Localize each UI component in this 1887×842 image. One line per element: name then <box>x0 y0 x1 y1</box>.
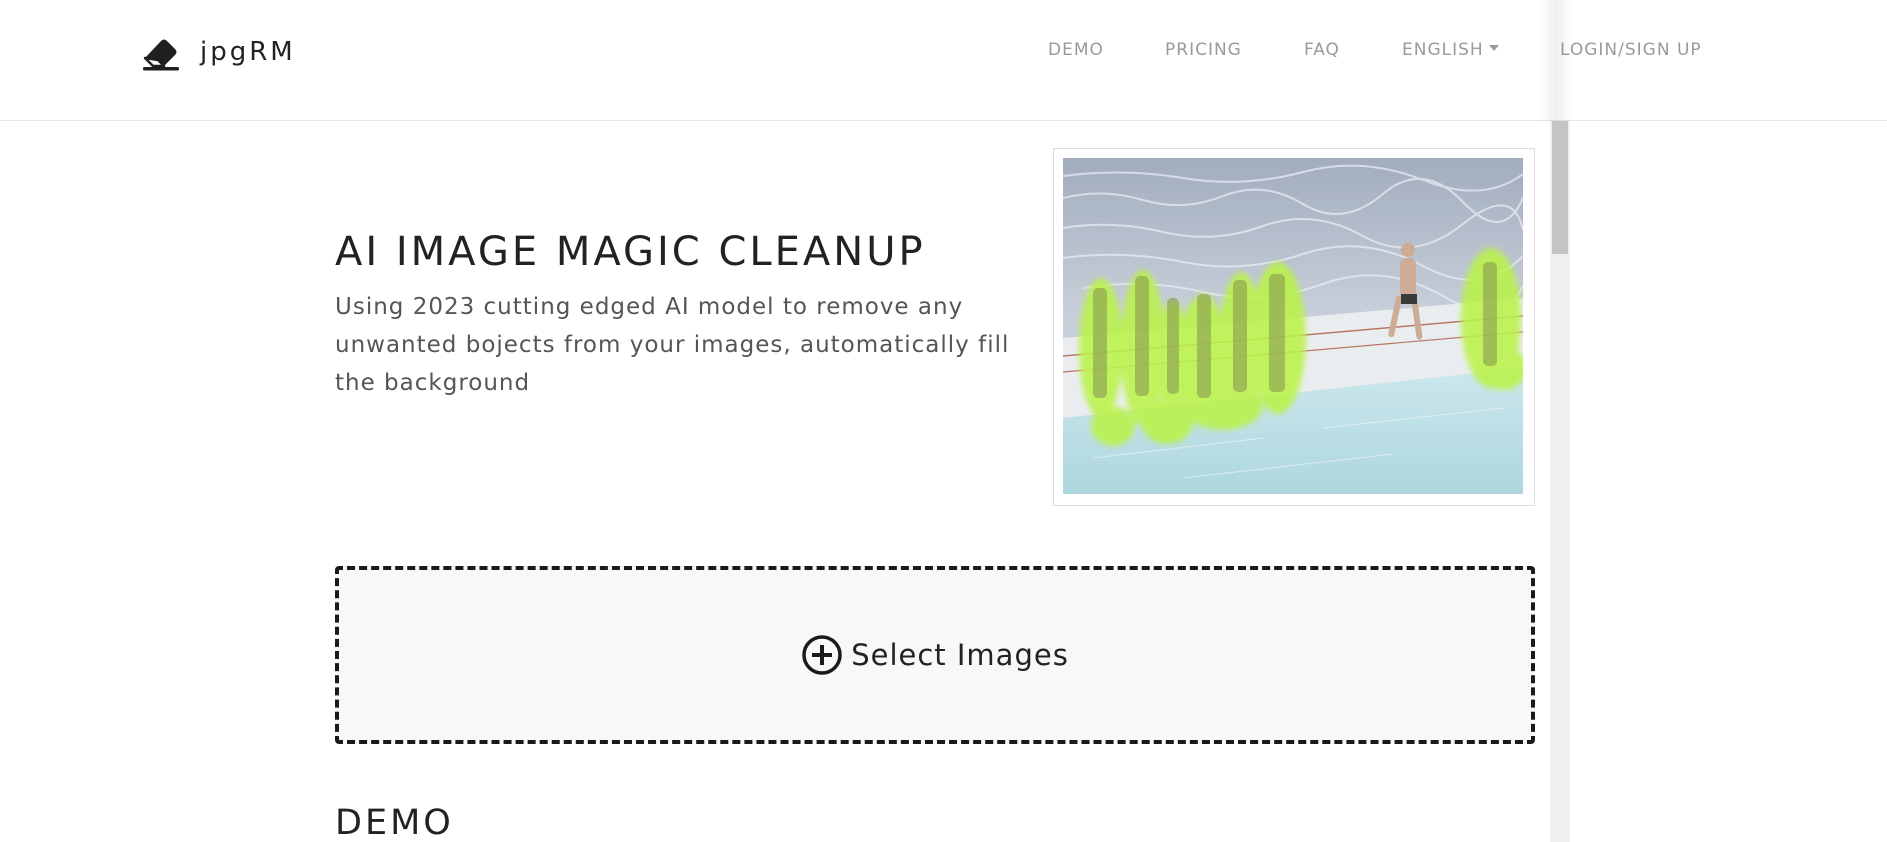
upload-dropzone[interactable]: Select Images <box>335 566 1535 744</box>
language-dropdown[interactable]: ENGLISH <box>1402 40 1499 60</box>
select-images-label: Select Images <box>851 638 1069 672</box>
scroll-shadow <box>1540 0 1572 121</box>
caret-down-icon <box>1488 45 1499 51</box>
hero-image-frame <box>1053 148 1535 506</box>
select-images-button[interactable]: Select Images <box>801 634 1069 676</box>
hero-title: AI IMAGE MAGIC CLEANUP <box>335 229 926 275</box>
language-label: ENGLISH <box>1402 40 1484 60</box>
nav-login-link[interactable]: LOGIN/SIGN UP <box>1560 40 1702 60</box>
nav-demo-link[interactable]: DEMO <box>1048 40 1104 60</box>
navbar: jpgRM DEMO PRICING FAQ ENGLISH LOGIN/SIG… <box>0 0 1887 121</box>
demo-section-title: DEMO <box>335 803 454 842</box>
hero-subtitle: Using 2023 cutting edged AI model to rem… <box>335 294 1010 396</box>
scrollbar-thumb[interactable] <box>1552 121 1568 254</box>
nav-pricing-link[interactable]: PRICING <box>1165 40 1242 60</box>
nav-faq-link[interactable]: FAQ <box>1304 40 1340 60</box>
plus-circle-icon <box>801 634 843 676</box>
hero-demo-image <box>1063 158 1523 494</box>
nav-links: DEMO PRICING FAQ ENGLISH LOGIN/SIGN UP <box>0 40 1887 68</box>
